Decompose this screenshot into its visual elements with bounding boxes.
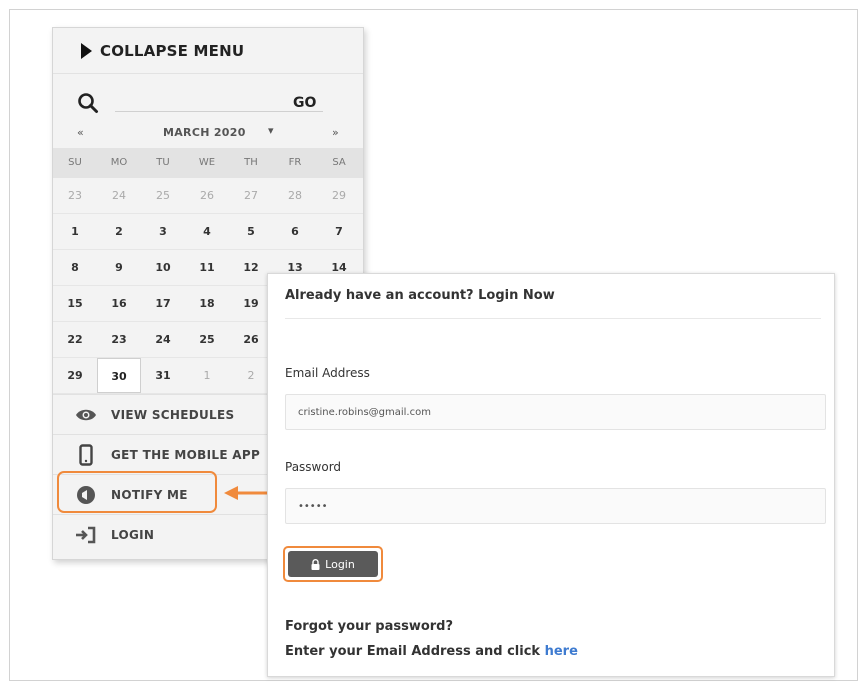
calendar-day[interactable]: 29: [53, 358, 97, 393]
calendar-weekday-header: SU MO TU WE TH FR SA: [53, 148, 363, 178]
calendar-day[interactable]: 23: [53, 178, 97, 213]
mobile-phone-icon: [75, 443, 97, 466]
go-button[interactable]: GO: [293, 95, 316, 111]
collapse-menu-label: COLLAPSE MENU: [100, 41, 245, 60]
calendar-day[interactable]: 24: [141, 322, 185, 357]
calendar-day-selected[interactable]: 30: [97, 358, 141, 393]
view-schedules-label: VIEW SCHEDULES: [111, 407, 235, 422]
forgot-password-instructions: Enter your Email Address and click here: [285, 644, 578, 659]
lock-icon: [311, 558, 320, 570]
calendar-day[interactable]: 18: [185, 286, 229, 321]
weekday-label: TH: [244, 157, 258, 168]
calendar-day[interactable]: 9: [97, 250, 141, 285]
calendar-week: 23 24 25 26 27 28 29: [53, 178, 363, 214]
calendar-day[interactable]: 23: [97, 322, 141, 357]
calendar-day[interactable]: 10: [141, 250, 185, 285]
calendar-day[interactable]: 16: [97, 286, 141, 321]
triangle-right-icon: [81, 42, 92, 59]
calendar-day[interactable]: 5: [229, 214, 273, 249]
password-field[interactable]: [285, 488, 826, 524]
eye-icon: [75, 404, 97, 426]
calendar-day[interactable]: 22: [53, 322, 97, 357]
search-icon[interactable]: [77, 92, 99, 114]
calendar-day[interactable]: 3: [141, 214, 185, 249]
login-panel-title: Already have an account? Login Now: [285, 288, 555, 303]
email-label: Email Address: [285, 366, 370, 380]
divider: [285, 318, 821, 319]
here-link[interactable]: here: [545, 644, 578, 659]
calendar-day[interactable]: 7: [317, 214, 361, 249]
calendar-nav: « MARCH 2020 ▾ »: [53, 120, 363, 148]
calendar-day[interactable]: 25: [185, 322, 229, 357]
login-label: LOGIN: [111, 527, 155, 542]
calendar-day[interactable]: 11: [185, 250, 229, 285]
weekday-label: WE: [198, 157, 216, 168]
forgot-password-text: Enter your Email Address and click: [285, 644, 545, 659]
search-input[interactable]: [115, 94, 323, 112]
calendar-week: 1 2 3 4 5 6 7: [53, 214, 363, 250]
weekday-label: SA: [332, 157, 346, 168]
notify-me-label: NOTIFY ME: [111, 487, 188, 502]
password-label: Password: [285, 460, 342, 474]
email-field[interactable]: [285, 394, 826, 430]
calendar-day[interactable]: 1: [53, 214, 97, 249]
callout-arrow-icon: [224, 486, 270, 500]
collapse-menu-button[interactable]: COLLAPSE MENU: [53, 28, 363, 74]
search-underline: [115, 111, 323, 112]
calendar-day[interactable]: 15: [53, 286, 97, 321]
calendar-prev-button[interactable]: «: [77, 126, 84, 139]
calendar-day[interactable]: 17: [141, 286, 185, 321]
calendar-day[interactable]: 1: [185, 358, 229, 393]
calendar-day[interactable]: 27: [229, 178, 273, 213]
calendar-day[interactable]: 24: [97, 178, 141, 213]
calendar-day[interactable]: 8: [53, 250, 97, 285]
calendar-next-button[interactable]: »: [332, 126, 339, 139]
weekday-label: MO: [110, 157, 128, 168]
notify-icon: [75, 484, 97, 506]
calendar-month-label[interactable]: MARCH 2020: [163, 126, 246, 139]
calendar-day[interactable]: 6: [273, 214, 317, 249]
calendar-day[interactable]: 4: [185, 214, 229, 249]
weekday-label: SU: [68, 157, 82, 168]
month-dropdown-icon[interactable]: ▾: [268, 124, 274, 137]
calendar-day[interactable]: 29: [317, 178, 361, 213]
calendar-day[interactable]: 26: [185, 178, 229, 213]
weekday-label: TU: [156, 157, 170, 168]
weekday-label: FR: [288, 157, 302, 168]
forgot-password-heading: Forgot your password?: [285, 619, 454, 634]
login-panel: Already have an account? Login Now Email…: [267, 273, 835, 677]
calendar-day[interactable]: 28: [273, 178, 317, 213]
login-button[interactable]: Login: [288, 551, 378, 577]
login-button-label: Login: [325, 557, 355, 571]
calendar-day[interactable]: 25: [141, 178, 185, 213]
login-button-highlight: Login: [283, 546, 383, 582]
get-mobile-app-label: GET THE MOBILE APP: [111, 447, 261, 462]
login-icon: [75, 524, 97, 546]
calendar-day[interactable]: 31: [141, 358, 185, 393]
calendar-day[interactable]: 2: [97, 214, 141, 249]
